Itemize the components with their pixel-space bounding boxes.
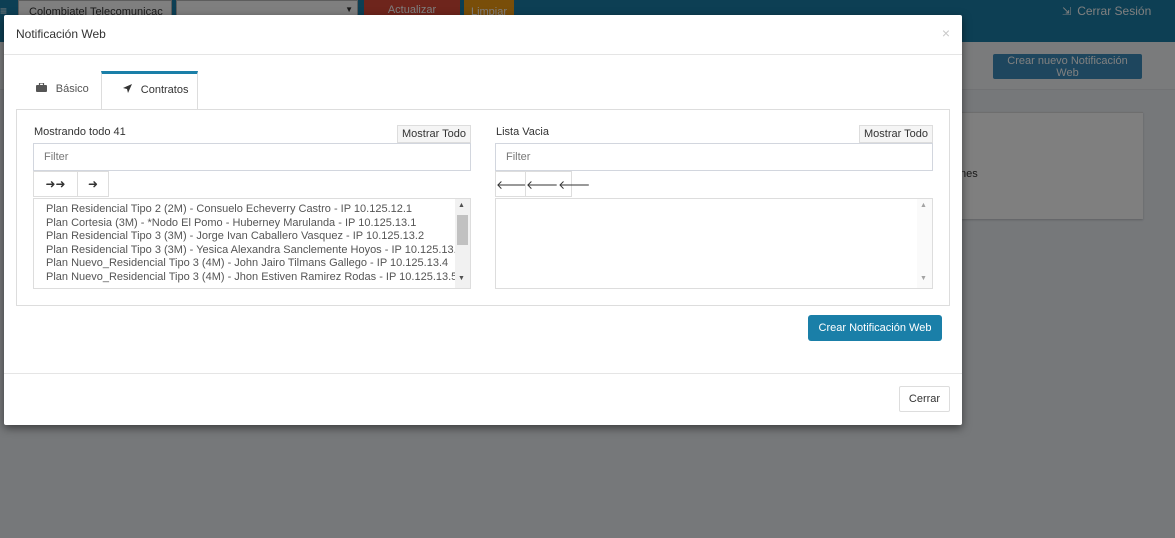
scroll-down-icon[interactable]: ▼	[458, 275, 465, 282]
scrollbar-left[interactable]: ▲ ▼	[455, 199, 470, 288]
scrollbar-thumb[interactable]	[457, 215, 468, 245]
available-contracts-list: Mostrando todo 41 Mostrar Todo ➜➜ ➜ Plan…	[33, 110, 471, 307]
location-arrow-icon	[123, 84, 135, 96]
briefcase-icon	[36, 82, 50, 95]
modal-header: Notificación Web ×	[4, 15, 962, 55]
tab-basico-label: Básico	[55, 83, 89, 95]
contracts-tab-panel: Mostrando todo 41 Mostrar Todo ➜➜ ➜ Plan…	[16, 109, 950, 306]
list-item[interactable]: Plan Residencial Tipo 3 (3M) - Jorge Iva…	[34, 230, 458, 244]
list-item[interactable]: Plan Nuevo_Residencial Tipo 3 (4M) - Jho…	[34, 271, 458, 285]
selected-contracts-list: Lista Vacia Mostrar Todo 🡐 🡐🡐 ▲ ▼	[495, 110, 933, 307]
modal-title: Notificación Web	[16, 27, 106, 41]
move-all-right-button[interactable]: ➜➜	[33, 171, 78, 197]
scroll-up-icon[interactable]: ▲	[920, 202, 927, 209]
tab-bar: Básico Contratos	[16, 71, 950, 110]
arrow-right-icon: ➜	[87, 177, 99, 191]
available-count-label: Mostrando todo 41	[34, 126, 126, 138]
double-arrow-left-icon: 🡐🡐	[526, 177, 591, 192]
tab-contratos[interactable]: Contratos	[101, 71, 198, 110]
show-all-button-left[interactable]: Mostrar Todo	[397, 125, 471, 143]
move-selected-right-button[interactable]: ➜	[77, 171, 109, 197]
filter-input-left[interactable]	[33, 143, 471, 171]
modal-footer: Cerrar	[4, 373, 962, 425]
close-icon[interactable]: ×	[942, 25, 950, 41]
scroll-down-icon[interactable]: ▼	[920, 275, 927, 282]
double-arrow-right-icon: ➜➜	[45, 177, 66, 191]
empty-list-label: Lista Vacia	[496, 126, 549, 138]
scrollbar-right[interactable]: ▲ ▼	[917, 199, 932, 288]
list-item[interactable]: Plan Cortesia (3M) - *Nodo El Pomo - Hub…	[34, 217, 458, 231]
tab-contratos-label: Contratos	[140, 84, 189, 96]
close-button[interactable]: Cerrar	[899, 386, 950, 412]
remove-all-button[interactable]: 🡐🡐	[525, 171, 590, 197]
list-item[interactable]: Plan Residencial Tipo 2 (2M) - Consuelo …	[34, 203, 458, 217]
selected-options-select[interactable]: ▲ ▼	[495, 198, 933, 289]
tab-basico[interactable]: Básico	[16, 71, 101, 110]
available-options-select[interactable]: Plan Residencial Tipo 2 (2M) - Consuelo …	[33, 198, 471, 289]
list-item[interactable]: Plan Nuevo_Residencial Tipo 3 (4M) - Joh…	[34, 257, 458, 271]
list-item[interactable]: Plan Residencial Tipo 3 (3M) - Yesica Al…	[34, 244, 458, 258]
scroll-up-icon[interactable]: ▲	[458, 202, 465, 209]
remove-selected-button[interactable]: 🡐	[495, 171, 529, 197]
web-notification-modal: Notificación Web × Básico Contratos Most…	[4, 15, 962, 425]
arrow-left-icon: 🡐	[496, 177, 529, 192]
show-all-button-right[interactable]: Mostrar Todo	[859, 125, 933, 143]
filter-input-right[interactable]	[495, 143, 933, 171]
create-notification-button[interactable]: Crear Notificación Web	[808, 315, 942, 341]
